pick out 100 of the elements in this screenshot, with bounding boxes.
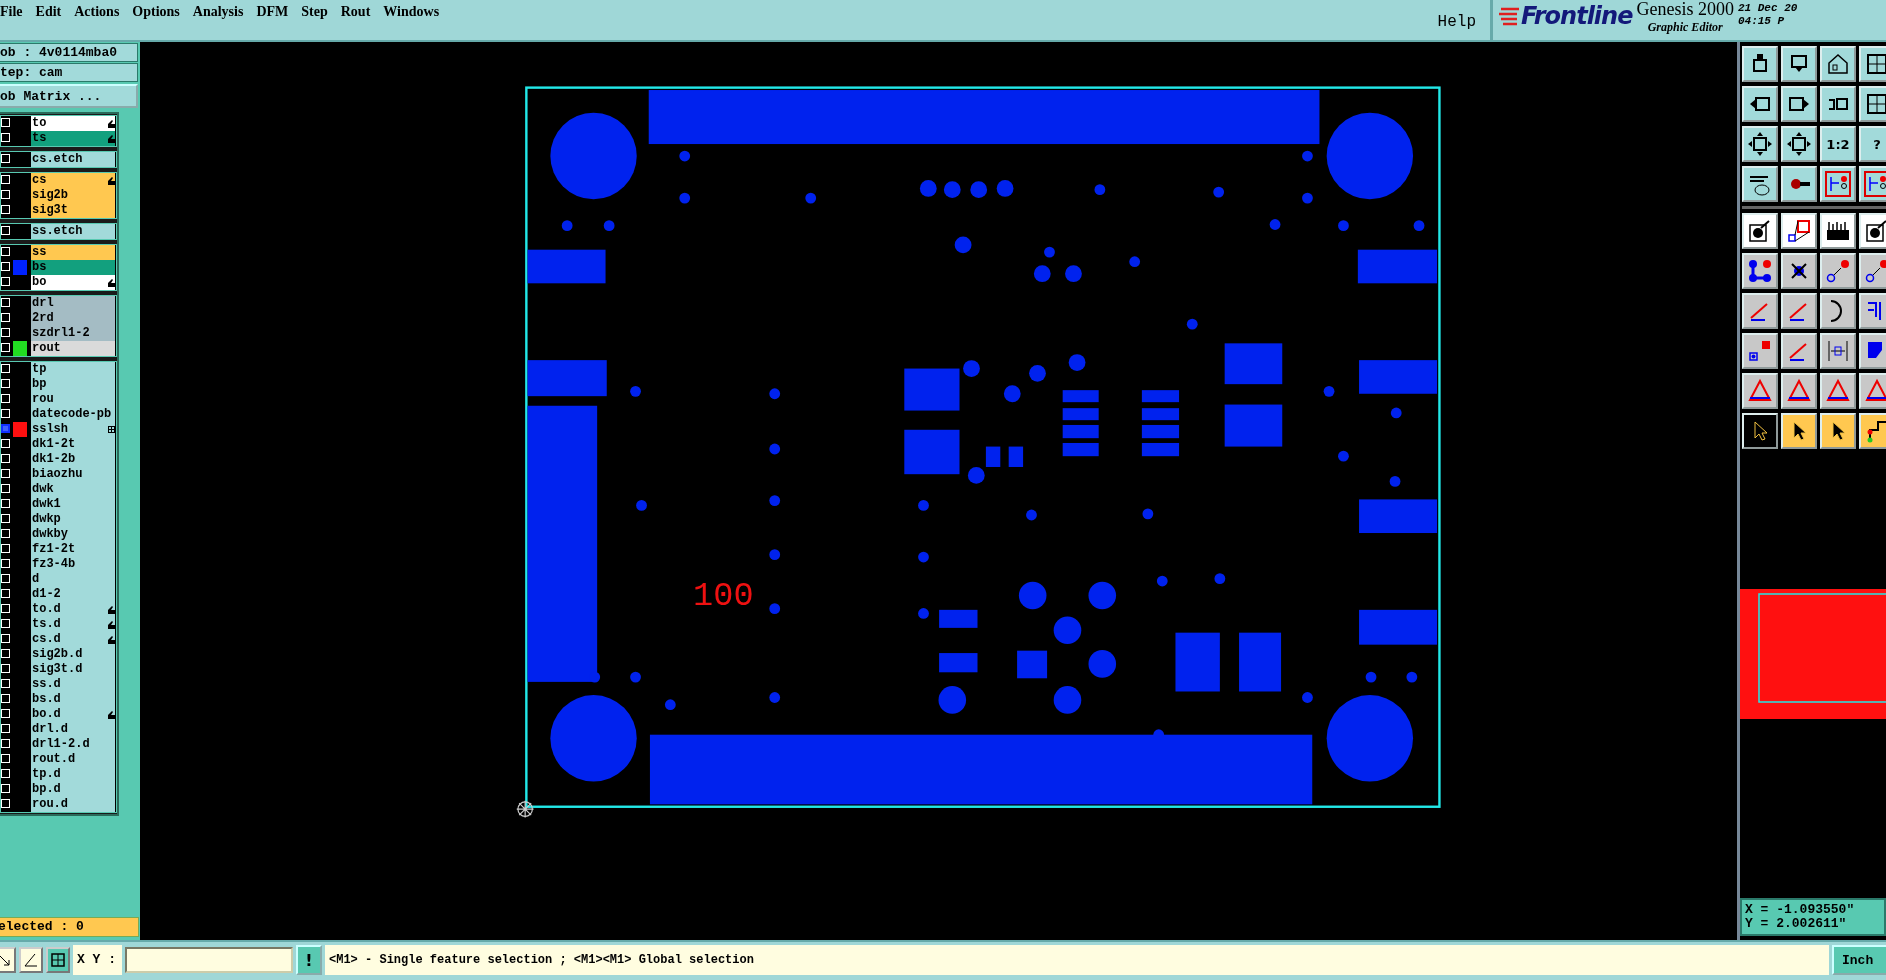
toolbar-button[interactable]	[1781, 293, 1817, 329]
layer-name[interactable]: ts	[31, 131, 115, 146]
grid-button[interactable]	[46, 947, 70, 973]
toolbar-button[interactable]	[1820, 253, 1856, 289]
toolbar-button[interactable]	[1742, 46, 1778, 82]
layer-name[interactable]: dwkby	[31, 527, 115, 542]
layer-name[interactable]: cs	[31, 173, 115, 188]
toolbar-button[interactable]	[1781, 126, 1817, 162]
layer-name[interactable]: drl1-2.d	[31, 737, 115, 752]
toolbar-button[interactable]	[1859, 46, 1886, 82]
toolbar-button[interactable]: ?	[1859, 126, 1886, 162]
toolbar-button[interactable]	[1781, 166, 1817, 202]
layer-name[interactable]: rou.d	[31, 797, 115, 812]
layer-name[interactable]: sig2b.d	[31, 647, 115, 662]
toolbar-button[interactable]	[1781, 373, 1817, 409]
toolbar-button[interactable]	[1742, 86, 1778, 122]
layer-name[interactable]: rout.d	[31, 752, 115, 767]
layer-name[interactable]: sslsh	[31, 422, 115, 437]
menu-item[interactable]: Actions	[70, 4, 129, 20]
layer-name[interactable]: ts.d	[31, 617, 115, 632]
layer-name[interactable]: ss	[31, 245, 115, 260]
menu-item[interactable]: Edit	[31, 4, 71, 20]
toolbar-button[interactable]	[1859, 166, 1886, 202]
layer-name[interactable]: dk1-2b	[31, 452, 115, 467]
toolbar-button[interactable]	[1820, 213, 1856, 249]
checkbox[interactable]	[1, 424, 10, 433]
layer-name[interactable]: bs	[31, 260, 115, 275]
layer-name[interactable]: dwk1	[31, 497, 115, 512]
layer-name[interactable]: bp.d	[31, 782, 115, 797]
toolbar-button[interactable]	[1859, 413, 1886, 449]
toolbar-button[interactable]	[1742, 333, 1778, 369]
layer-name[interactable]: bo.d	[31, 707, 115, 722]
layer-name[interactable]: biaozhu	[31, 467, 115, 482]
menu-item[interactable]: DFM	[252, 4, 298, 20]
layer-name[interactable]: sig2b	[31, 188, 115, 203]
toolbar-button[interactable]	[1859, 253, 1886, 289]
layer-name[interactable]: sig3t	[31, 203, 115, 218]
job-matrix-button[interactable]: ob Matrix ...	[0, 84, 138, 108]
toolbar-button[interactable]	[1820, 166, 1856, 202]
toolbar-button[interactable]	[1742, 166, 1778, 202]
layer-name[interactable]: d	[31, 572, 115, 587]
toolbar-button[interactable]	[1742, 413, 1778, 449]
layer-name[interactable]: cs.etch	[31, 152, 115, 167]
toolbar-button[interactable]	[1820, 86, 1856, 122]
layer-name[interactable]: drl	[31, 296, 115, 311]
toolbar-button[interactable]	[1781, 413, 1817, 449]
toolbar-button[interactable]	[1820, 413, 1856, 449]
menu-item[interactable]: Step	[297, 4, 337, 20]
toolbar-button[interactable]	[1859, 373, 1886, 409]
toolbar-button[interactable]	[1742, 253, 1778, 289]
layer-name[interactable]: ss.d	[31, 677, 115, 692]
layer-name[interactable]: fz3-4b	[31, 557, 115, 572]
unit-button[interactable]: Inch	[1832, 945, 1886, 975]
menu-item[interactable]: Windows	[379, 4, 449, 20]
layer-name[interactable]: dwk	[31, 482, 115, 497]
toolbar-button[interactable]	[1820, 293, 1856, 329]
layer-name[interactable]: to.d	[31, 602, 115, 617]
menu-item[interactable]: File	[0, 4, 32, 20]
layer-name[interactable]: to	[31, 116, 115, 131]
toolbar-button[interactable]	[1781, 86, 1817, 122]
toolbar-button[interactable]	[1742, 126, 1778, 162]
toolbar-button[interactable]	[1781, 253, 1817, 289]
layer-name[interactable]: rou	[31, 392, 115, 407]
layer-name[interactable]: szdrl1-2	[31, 326, 115, 341]
toolbar-button[interactable]	[1742, 293, 1778, 329]
xy-input-field[interactable]	[125, 947, 293, 973]
toolbar-button[interactable]	[1859, 86, 1886, 122]
menu-item[interactable]: Help	[1433, 0, 1490, 40]
layer-name[interactable]: bp	[31, 377, 115, 392]
menu-item[interactable]: Rout	[336, 4, 380, 20]
toolbar-button[interactable]	[1781, 333, 1817, 369]
layer-name[interactable]: bs.d	[31, 692, 115, 707]
toolbar-button[interactable]	[1820, 46, 1856, 82]
toolbar-button[interactable]: 1:2	[1820, 126, 1856, 162]
layer-name[interactable]: 2rd	[31, 311, 115, 326]
toolbar-button[interactable]	[1742, 373, 1778, 409]
layer-name[interactable]: cs.d	[31, 632, 115, 647]
toolbar-button[interactable]	[1781, 46, 1817, 82]
layer-name[interactable]: drl.d	[31, 722, 115, 737]
layer-name[interactable]: fz1-2t	[31, 542, 115, 557]
alert-button[interactable]: !	[296, 945, 322, 975]
menu-item[interactable]: Options	[128, 4, 189, 20]
layer-name[interactable]: tp.d	[31, 767, 115, 782]
layer-name[interactable]: tp	[31, 362, 115, 377]
layer-name[interactable]: ss.etch	[31, 224, 115, 239]
layer-name[interactable]: dk1-2t	[31, 437, 115, 452]
toolbar-button[interactable]	[1781, 213, 1817, 249]
layer-name[interactable]: bo	[31, 275, 115, 290]
toolbar-button[interactable]	[1820, 373, 1856, 409]
toolbar-button[interactable]	[1742, 213, 1778, 249]
toolbar-button[interactable]	[1859, 213, 1886, 249]
layer-name[interactable]: datecode-pb	[31, 407, 115, 422]
menu-item[interactable]: Analysis	[188, 4, 253, 20]
toolbar-button[interactable]	[1859, 293, 1886, 329]
layer-name[interactable]: rout	[31, 341, 115, 356]
angle-button[interactable]	[19, 947, 43, 973]
layer-name[interactable]: dwkp	[31, 512, 115, 527]
toolbar-button[interactable]	[1859, 333, 1886, 369]
layer-name[interactable]: sig3t.d	[31, 662, 115, 677]
layer-name[interactable]: d1-2	[31, 587, 115, 602]
